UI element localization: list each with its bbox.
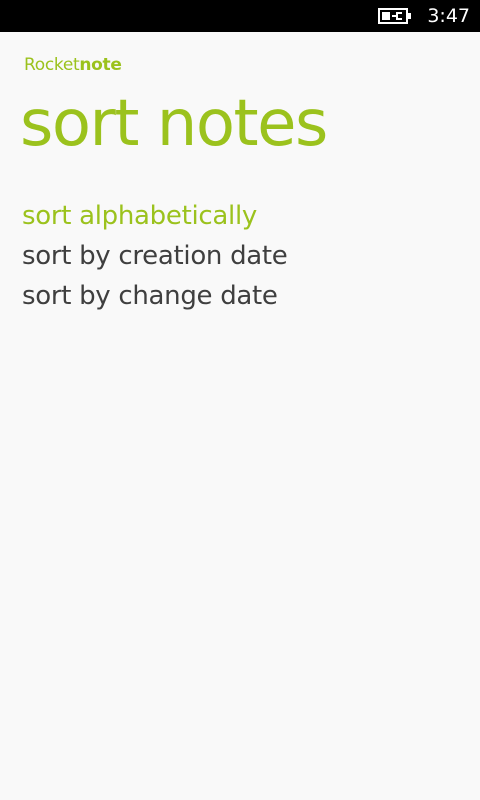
app-name-bold: note <box>79 55 122 75</box>
app-name: Rocketnote <box>24 54 122 76</box>
battery-charging-icon <box>378 8 411 24</box>
app-name-regular: Rocket <box>24 55 80 75</box>
status-time: 3:47 <box>427 5 470 27</box>
status-bar: 3:47 <box>0 0 480 32</box>
sort-by-change-date-option[interactable]: sort by change date <box>22 276 288 316</box>
sort-by-creation-date-option[interactable]: sort by creation date <box>22 236 288 276</box>
sort-options-list: sort alphabetically sort by creation dat… <box>22 196 288 316</box>
page-title: sort notes <box>20 87 328 161</box>
sort-alphabetically-option[interactable]: sort alphabetically <box>22 196 288 236</box>
